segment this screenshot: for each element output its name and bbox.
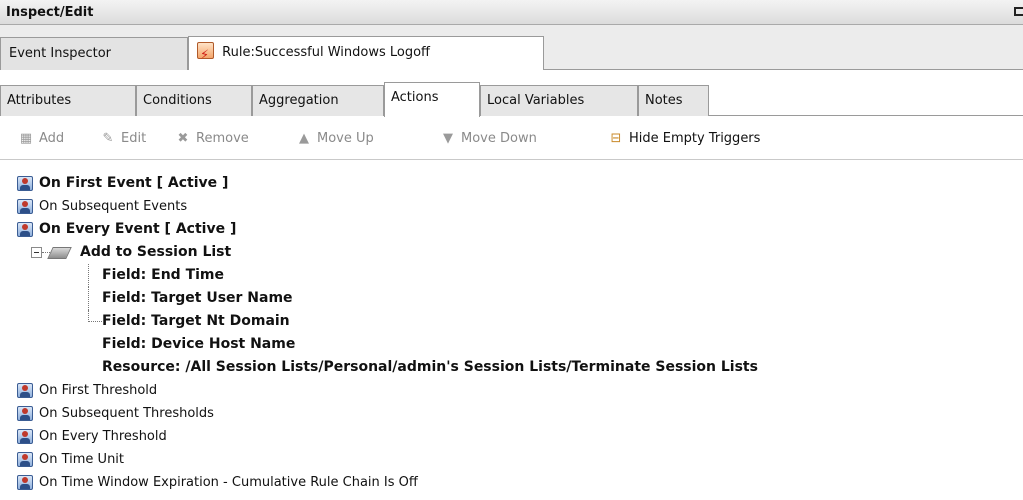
tab-local-variables[interactable]: Local Variables: [480, 85, 638, 116]
tree-connector: [88, 264, 89, 287]
tab-aggregation-label: Aggregation: [259, 93, 339, 108]
tree-node-resource[interactable]: Resource: /All Session Lists/Personal/ad…: [0, 356, 1023, 379]
move-up-label: Move Up: [317, 131, 374, 146]
tree-node-field-target-user-name[interactable]: Field: Target User Name: [0, 287, 1023, 310]
tab-event-inspector[interactable]: Event Inspector: [0, 37, 188, 70]
tab-notes[interactable]: Notes: [638, 85, 709, 116]
sub-tab-bar: Attributes Conditions Aggregation Action…: [0, 70, 1023, 117]
tree-node-field-target-nt-domain[interactable]: Field: Target Nt Domain: [0, 310, 1023, 333]
tree-node-on-every-event[interactable]: On Every Event [ Active ]: [0, 218, 1023, 241]
hide-empty-icon: ⊟: [610, 131, 622, 146]
tab-actions[interactable]: Actions: [384, 82, 480, 117]
remove-button[interactable]: ✖ Remove: [175, 130, 249, 148]
tree-node-label: Field: End Time: [102, 267, 225, 283]
tree-node-label: On Time Unit: [39, 452, 125, 467]
add-icon: ▦: [19, 131, 33, 146]
trigger-person-icon: [17, 429, 33, 444]
tree-node-on-first-threshold[interactable]: On First Threshold: [0, 379, 1023, 402]
tree-node-field-end-time[interactable]: Field: End Time: [0, 264, 1023, 287]
add-button[interactable]: ▦ Add: [18, 130, 64, 148]
edit-label: Edit: [121, 131, 147, 146]
tree-node-label: Resource: /All Session Lists/Personal/ad…: [102, 359, 758, 375]
tree-node-label: On Subsequent Thresholds: [39, 406, 214, 421]
panel-title-bar: Inspect/Edit: [0, 0, 1023, 25]
tree-node-label: On Subsequent Events: [39, 199, 188, 214]
tab-attributes[interactable]: Attributes: [0, 85, 136, 116]
trigger-person-icon: [17, 406, 33, 421]
tab-conditions[interactable]: Conditions: [136, 85, 252, 116]
dock-icon[interactable]: [1014, 7, 1023, 16]
tree-node-label: Field: Device Host Name: [102, 336, 296, 352]
edit-button[interactable]: ✎ Edit: [100, 130, 147, 148]
tree-connector: [88, 287, 89, 310]
tree-node-label: On Every Event [ Active ]: [39, 221, 237, 237]
actions-tree: On First Event [ Active ] On Subsequent …: [0, 160, 1023, 500]
tree-node-label: On First Event [ Active ]: [39, 175, 229, 191]
tab-local-variables-label: Local Variables: [487, 93, 585, 108]
tree-connector: [88, 321, 102, 322]
tab-event-inspector-label: Event Inspector: [9, 46, 112, 61]
tree-node-label: On Time Window Expiration - Cumulative R…: [39, 475, 418, 490]
actions-toolbar: ▦ Add ✎ Edit ✖ Remove ▲ Move Up ▼ Move Down ⊟…: [0, 117, 1023, 160]
tab-aggregation[interactable]: Aggregation: [252, 85, 384, 116]
tree-node-field-device-host-name[interactable]: Field: Device Host Name: [0, 333, 1023, 356]
triangle-up-icon: ▲: [299, 131, 309, 146]
collapse-expander-icon[interactable]: [31, 247, 42, 258]
tab-attributes-label: Attributes: [7, 93, 72, 108]
top-tab-bar: Event Inspector Rule:Successful Windows …: [0, 25, 1023, 71]
move-up-button[interactable]: ▲ Move Up: [296, 130, 374, 148]
tree-node-add-to-session-list[interactable]: Add to Session List: [0, 241, 1023, 264]
tab-rule-successful-windows-logoff[interactable]: Rule:Successful Windows Logoff: [188, 36, 544, 71]
tree-node-label: Add to Session List: [80, 244, 232, 260]
pencil-icon: ✎: [102, 131, 114, 146]
tab-actions-label: Actions: [391, 90, 439, 105]
trigger-person-icon: [17, 176, 33, 191]
remove-icon: ✖: [177, 131, 189, 146]
tree-node-label: Field: Target User Name: [102, 290, 293, 306]
tree-node-on-subsequent-events[interactable]: On Subsequent Events: [0, 195, 1023, 218]
tree-node-label: On Every Threshold: [39, 429, 167, 444]
tab-rule-label: Rule:Successful Windows Logoff: [222, 45, 431, 60]
tree-node-on-subsequent-thresholds[interactable]: On Subsequent Thresholds: [0, 402, 1023, 425]
tab-notes-label: Notes: [645, 93, 683, 108]
tree-node-label: On First Threshold: [39, 383, 158, 398]
trigger-person-icon: [17, 199, 33, 214]
hide-empty-label: Hide Empty Triggers: [629, 131, 761, 146]
trigger-person-icon: [17, 475, 33, 490]
hide-empty-triggers-button[interactable]: ⊟ Hide Empty Triggers: [608, 130, 761, 148]
move-down-label: Move Down: [461, 131, 537, 146]
action-icon: [50, 246, 68, 258]
move-down-button[interactable]: ▼ Move Down: [440, 130, 537, 148]
triangle-down-icon: ▼: [443, 131, 453, 146]
add-label: Add: [39, 131, 65, 146]
tab-conditions-label: Conditions: [143, 93, 212, 108]
trigger-person-icon: [17, 222, 33, 237]
rule-lightning-icon: [197, 40, 214, 71]
tree-node-on-every-threshold[interactable]: On Every Threshold: [0, 425, 1023, 448]
trigger-person-icon: [17, 383, 33, 398]
panel-title: Inspect/Edit: [6, 5, 94, 20]
tree-node-on-time-unit[interactable]: On Time Unit: [0, 448, 1023, 471]
tree-node-label: Field: Target Nt Domain: [102, 313, 290, 329]
tree-node-on-time-window-expiration[interactable]: On Time Window Expiration - Cumulative R…: [0, 471, 1023, 494]
remove-label: Remove: [196, 131, 249, 146]
tree-node-on-first-event[interactable]: On First Event [ Active ]: [0, 172, 1023, 195]
trigger-person-icon: [17, 452, 33, 467]
